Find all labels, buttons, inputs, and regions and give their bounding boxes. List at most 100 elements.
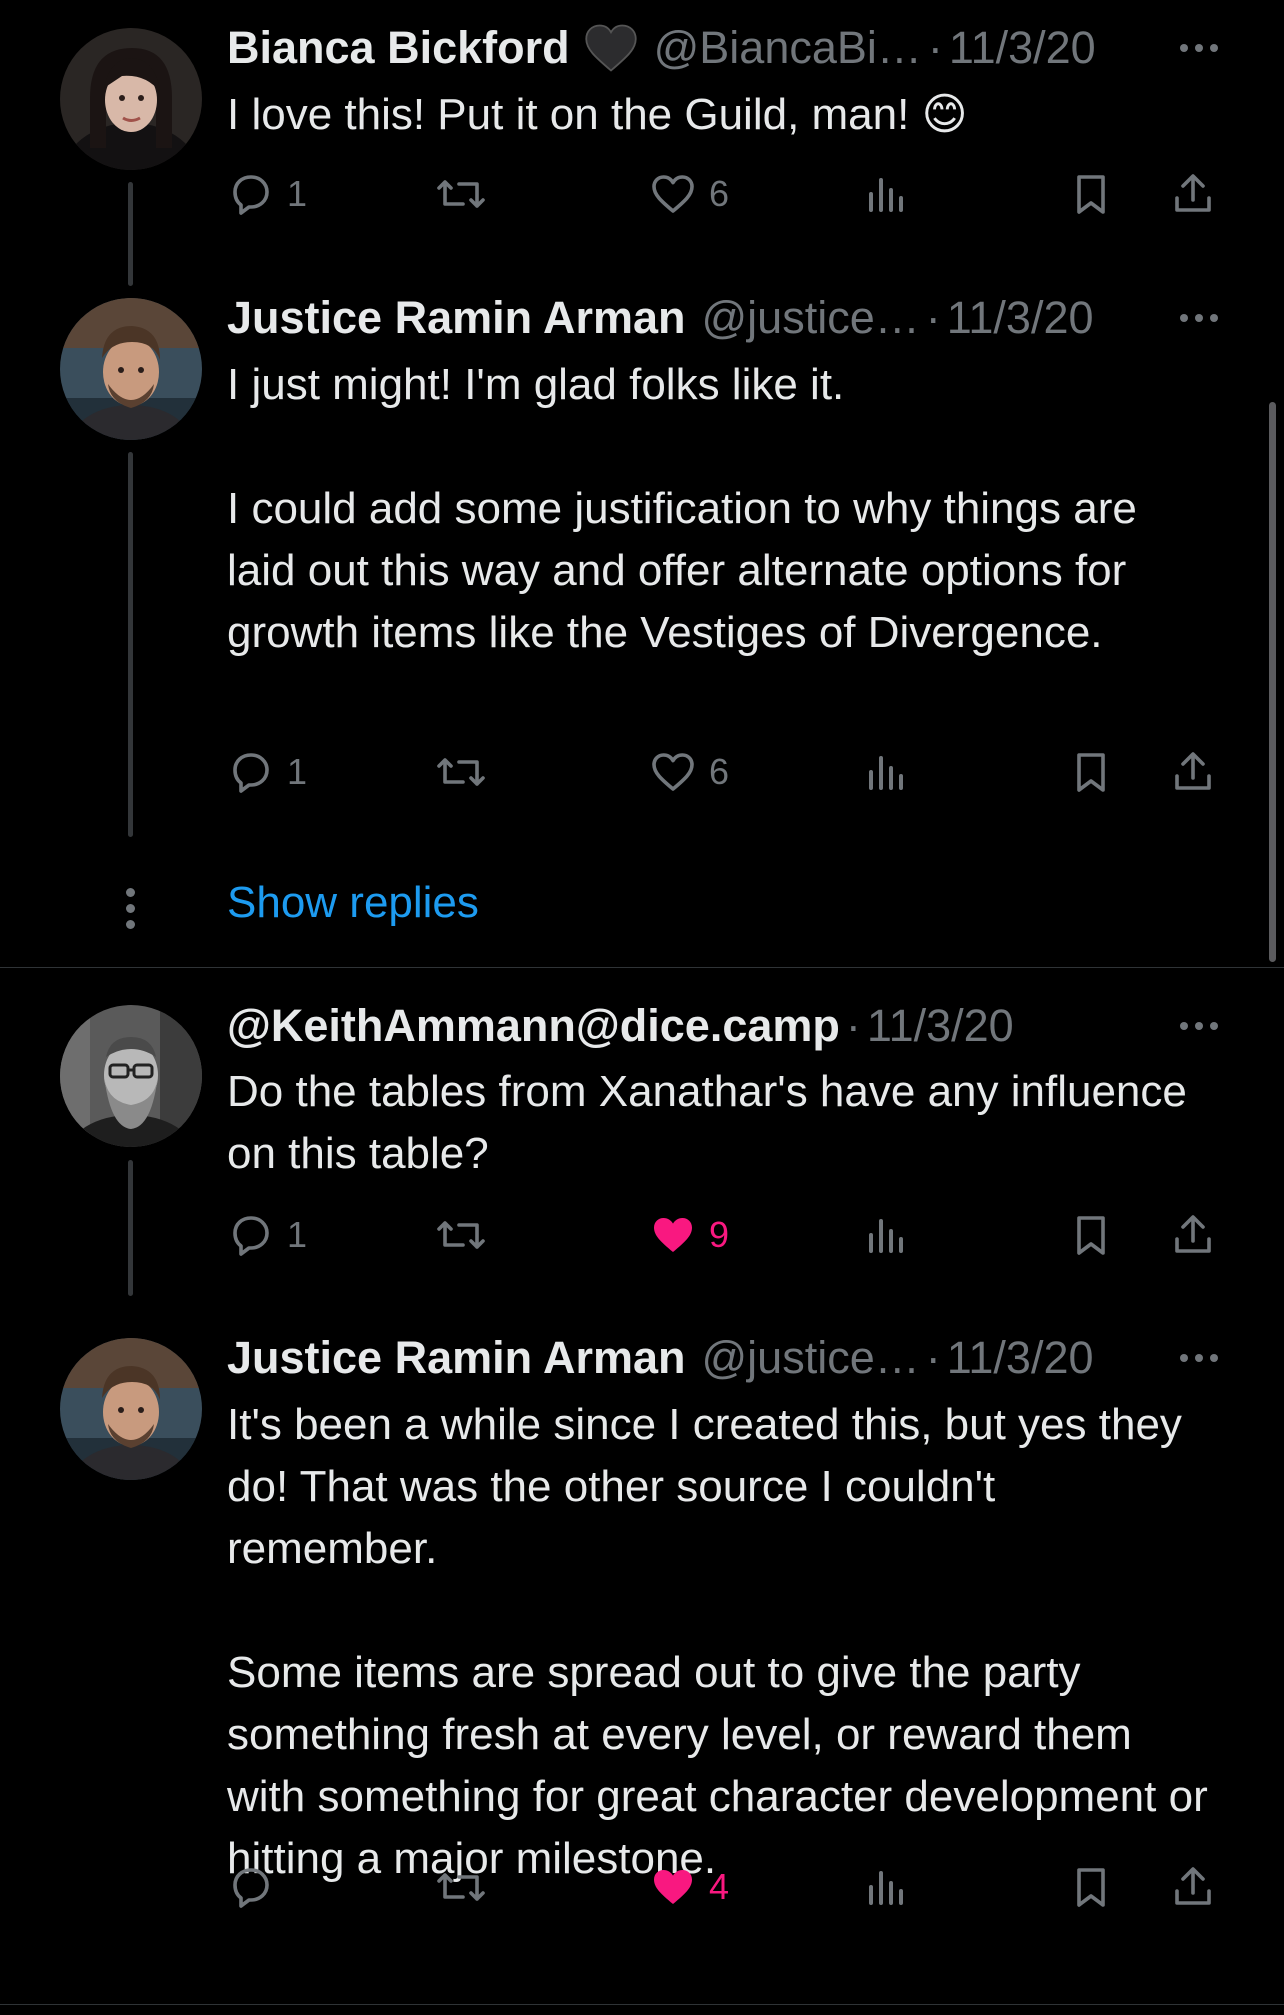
bookmark-icon <box>1077 1216 1105 1255</box>
like-count: 9 <box>709 1214 730 1255</box>
black-heart-icon <box>584 23 638 73</box>
divider <box>0 967 1284 968</box>
bookmark-icon <box>1077 175 1105 214</box>
tweet-header: Justice Ramin Arman @justice… · 11/3/20 <box>227 1328 1224 1388</box>
views-button[interactable] <box>863 1205 911 1265</box>
like-count: 4 <box>709 1866 730 1907</box>
tweet-text: I love this! Put it on the Guild, man! 😊 <box>227 90 968 139</box>
tweet-actions: 4 <box>227 1857 1227 1917</box>
author-name[interactable]: @KeithAmmann@dice.camp <box>227 1000 840 1052</box>
views-icon <box>869 1871 903 1905</box>
tweet-header: Bianca Bickford @BiancaBi… · 11/3/20 <box>227 18 1224 78</box>
like-icon <box>652 175 694 213</box>
tweet-text: I just might! I'm glad folks like it. I … <box>227 360 1137 657</box>
share-icon <box>1175 1215 1211 1253</box>
views-button[interactable] <box>863 1857 911 1917</box>
retweet-button[interactable] <box>435 164 499 224</box>
tweet-date[interactable]: 11/3/20 <box>867 1000 1014 1052</box>
reply-icon <box>233 1216 269 1256</box>
author-name[interactable]: Bianca Bickford <box>227 22 570 74</box>
like-button[interactable]: 6 <box>649 742 729 802</box>
retweet-icon <box>437 758 485 786</box>
bookmark-button[interactable] <box>1067 742 1115 802</box>
show-replies-link[interactable]: Show replies <box>227 878 479 928</box>
more-options-icon[interactable] <box>1174 18 1224 78</box>
bookmark-icon <box>1077 753 1105 792</box>
like-button[interactable]: 6 <box>649 164 729 224</box>
separator-dot: · <box>925 292 941 343</box>
tweet-header: @KeithAmmann@dice.camp · 11/3/20 <box>227 996 1224 1056</box>
tweet-actions: 1 6 <box>227 742 1227 802</box>
tweet-text: It's been a while since I created this, … <box>227 1400 1208 1883</box>
liked-heart-icon <box>654 1218 692 1252</box>
tweet-text: Do the tables from Xanathar's have any i… <box>227 1067 1187 1178</box>
thread-continuation-dots <box>124 888 136 929</box>
tweet-date[interactable]: 11/3/20 <box>947 1332 1094 1384</box>
reply-button[interactable] <box>227 1857 287 1917</box>
bookmark-button[interactable] <box>1067 1205 1115 1265</box>
retweet-button[interactable] <box>435 1205 499 1265</box>
avatar[interactable] <box>60 298 202 440</box>
reply-count: 1 <box>287 173 308 214</box>
reply-button[interactable]: 1 <box>227 164 307 224</box>
liked-heart-icon <box>654 1870 692 1904</box>
tweet-4[interactable]: Justice Ramin Arman @justice… · 11/3/20 … <box>0 1330 1284 2015</box>
views-button[interactable] <box>863 164 911 224</box>
more-options-icon[interactable] <box>1174 288 1224 348</box>
bookmark-icon <box>1077 1868 1105 1907</box>
author-name[interactable]: Justice Ramin Arman <box>227 1332 685 1384</box>
author-name[interactable]: Justice Ramin Arman <box>227 292 685 344</box>
bookmark-button[interactable] <box>1067 1857 1115 1917</box>
views-icon <box>869 1219 903 1253</box>
reply-icon <box>233 1868 269 1908</box>
thread-line <box>128 1160 133 1296</box>
tweet-2[interactable]: Justice Ramin Arman @justice… · 11/3/20 … <box>0 290 1284 970</box>
author-handle[interactable]: @BiancaBi… <box>654 22 922 74</box>
divider <box>0 2004 1284 2005</box>
retweet-icon <box>437 1221 485 1249</box>
like-count: 6 <box>709 751 730 792</box>
tweet-header: Justice Ramin Arman @justice… · 11/3/20 <box>227 288 1224 348</box>
like-count: 6 <box>709 173 730 214</box>
views-icon <box>869 756 903 790</box>
tweet-date[interactable]: 11/3/20 <box>947 292 1094 344</box>
tweet-actions: 1 9 <box>227 1205 1227 1265</box>
separator-dot: · <box>845 1000 861 1051</box>
avatar[interactable] <box>60 1005 202 1147</box>
thread-line <box>128 182 133 286</box>
views-icon <box>869 178 903 212</box>
avatar[interactable] <box>60 1338 202 1480</box>
retweet-button[interactable] <box>435 1857 499 1917</box>
retweet-icon <box>437 180 485 208</box>
reply-button[interactable]: 1 <box>227 742 307 802</box>
reply-icon <box>233 753 269 793</box>
scrollbar[interactable] <box>1269 402 1276 962</box>
share-button[interactable] <box>1169 742 1217 802</box>
share-button[interactable] <box>1169 1857 1217 1917</box>
like-icon <box>652 753 694 791</box>
share-button[interactable] <box>1169 164 1217 224</box>
views-button[interactable] <box>863 742 911 802</box>
retweet-button[interactable] <box>435 742 499 802</box>
tweet-date[interactable]: 11/3/20 <box>949 22 1096 74</box>
tweet-1[interactable]: Bianca Bickford @BiancaBi… · 11/3/20 I l… <box>0 0 1284 290</box>
author-handle[interactable]: @justice… <box>701 1332 919 1384</box>
like-button[interactable]: 9 <box>649 1205 729 1265</box>
more-options-icon[interactable] <box>1174 1328 1224 1388</box>
reply-count: 1 <box>287 751 308 792</box>
thread-line <box>128 452 133 837</box>
share-icon <box>1175 174 1211 212</box>
like-button[interactable]: 4 <box>649 1857 729 1917</box>
more-options-icon[interactable] <box>1174 996 1224 1056</box>
retweet-icon <box>437 1873 485 1901</box>
reply-button[interactable]: 1 <box>227 1205 307 1265</box>
tweet-actions: 1 6 <box>227 164 1227 224</box>
avatar[interactable] <box>60 28 202 170</box>
share-button[interactable] <box>1169 1205 1217 1265</box>
separator-dot: · <box>927 22 943 73</box>
separator-dot: · <box>925 1332 941 1383</box>
share-icon <box>1175 752 1211 790</box>
author-handle[interactable]: @justice… <box>701 292 919 344</box>
bookmark-button[interactable] <box>1067 164 1115 224</box>
tweet-3[interactable]: @KeithAmmann@dice.camp · 11/3/20 Do the … <box>0 970 1284 1330</box>
